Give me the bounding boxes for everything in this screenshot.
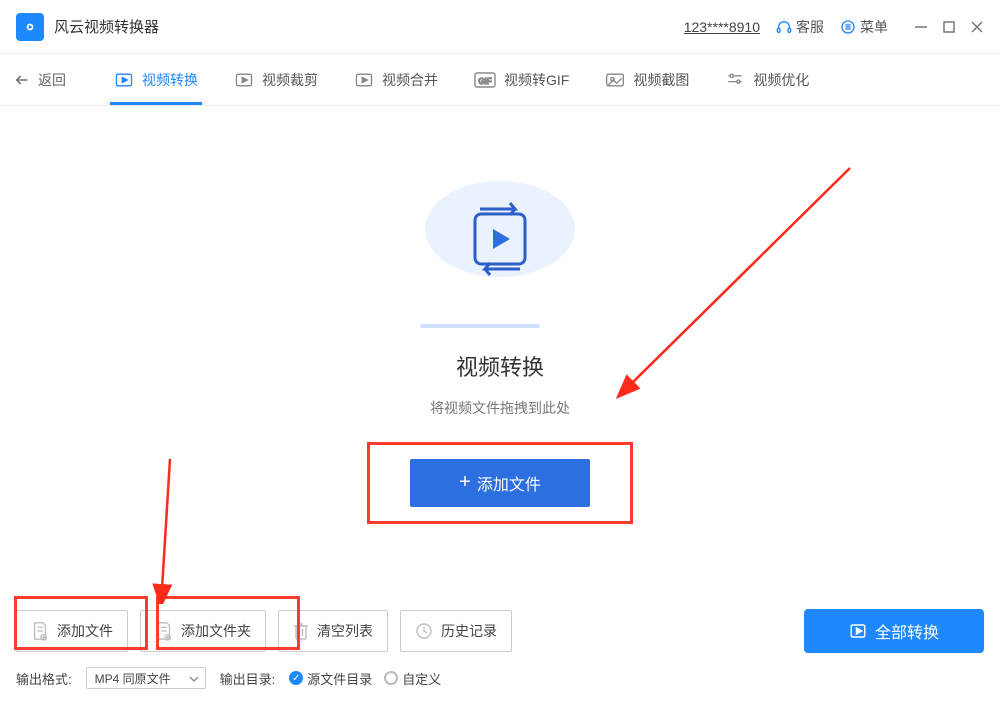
tab-video-screenshot[interactable]: 视频截图	[605, 54, 689, 105]
support-label: 客服	[796, 17, 824, 37]
sliders-icon	[725, 71, 745, 89]
tab-video-convert[interactable]: 视频转换	[114, 54, 198, 105]
tab-label: 视频转GIF	[504, 70, 569, 90]
history-button[interactable]: 历史记录	[400, 610, 512, 652]
add-file-label: 添加文件	[57, 621, 113, 641]
main-drop-area[interactable]: 视频转换 将视频文件拖拽到此处 + 添加文件	[0, 106, 1000, 596]
merge-icon	[354, 70, 374, 90]
tab-video-crop[interactable]: 视频裁剪	[234, 54, 318, 105]
back-label: 返回	[38, 70, 66, 90]
hero-title: 视频转换	[456, 350, 544, 382]
radio-unchecked-icon	[384, 671, 398, 685]
app-title: 风云视频转换器	[54, 16, 159, 37]
window-minimize-button[interactable]	[914, 20, 928, 34]
tab-label: 视频优化	[753, 70, 809, 90]
menu-button[interactable]: 菜单	[840, 17, 888, 37]
titlebar: 风云视频转换器 123****8910 客服 菜单	[0, 0, 1000, 54]
tab-label: 视频转换	[142, 70, 198, 90]
tab-video-merge[interactable]: 视频合并	[354, 54, 438, 105]
hero-subtitle: 将视频文件拖拽到此处	[430, 398, 570, 418]
hero-illustration	[420, 179, 580, 328]
plus-icon: +	[459, 471, 471, 494]
bottom-bar: 添加文件 添加文件夹 清空列表 历史记录 全部转换 输出格式: MP4 同原文件…	[0, 609, 1000, 703]
convert-all-label: 全部转换	[875, 619, 939, 643]
tab-video-optimize[interactable]: 视频优化	[725, 54, 809, 105]
add-folder-label: 添加文件夹	[181, 621, 251, 641]
play-convert-icon	[114, 70, 134, 90]
annotation-box-add-file-main: + 添加文件	[367, 442, 633, 524]
support-button[interactable]: 客服	[776, 17, 824, 37]
crop-icon	[234, 70, 254, 90]
clear-list-label: 清空列表	[317, 621, 373, 641]
clear-list-button[interactable]: 清空列表	[278, 610, 388, 652]
convert-all-button[interactable]: 全部转换	[804, 609, 984, 653]
menu-icon	[840, 19, 856, 35]
user-id[interactable]: 123****8910	[684, 19, 760, 35]
output-dir-label: 输出目录:	[220, 669, 276, 688]
add-file-main-label: 添加文件	[477, 471, 541, 495]
add-file-button[interactable]: 添加文件	[16, 610, 128, 652]
svg-text:GIF: GIF	[478, 77, 491, 86]
add-folder-button[interactable]: 添加文件夹	[140, 610, 266, 652]
tab-video-to-gif[interactable]: GIF 视频转GIF	[474, 54, 569, 105]
headset-icon	[776, 19, 792, 35]
radio-source-dir[interactable]: ✓ 源文件目录	[289, 669, 372, 688]
chevron-down-icon	[189, 671, 199, 685]
menu-label: 菜单	[860, 17, 888, 37]
nav-tabs: 返回 视频转换 视频裁剪 视频合并 GIF 视频转GIF 视频截图 视频优化	[0, 54, 1000, 106]
back-button[interactable]: 返回	[14, 70, 66, 90]
radio-checked-icon: ✓	[289, 671, 303, 685]
radio-source-dir-label: 源文件目录	[307, 669, 372, 688]
window-maximize-button[interactable]	[942, 20, 956, 34]
tab-label: 视频裁剪	[262, 70, 318, 90]
output-format-label: 输出格式:	[16, 669, 72, 688]
app-logo	[16, 13, 44, 41]
radio-custom-dir[interactable]: 自定义	[384, 669, 441, 688]
tab-label: 视频合并	[382, 70, 438, 90]
window-close-button[interactable]	[970, 20, 984, 34]
output-format-dropdown[interactable]: MP4 同原文件	[86, 667, 206, 689]
tab-label: 视频截图	[633, 70, 689, 90]
history-label: 历史记录	[441, 621, 497, 641]
add-file-main-button[interactable]: + 添加文件	[410, 459, 590, 507]
output-format-value: MP4 同原文件	[95, 670, 171, 687]
gif-icon: GIF	[474, 72, 496, 88]
radio-custom-dir-label: 自定义	[402, 669, 441, 688]
screenshot-icon	[605, 71, 625, 89]
